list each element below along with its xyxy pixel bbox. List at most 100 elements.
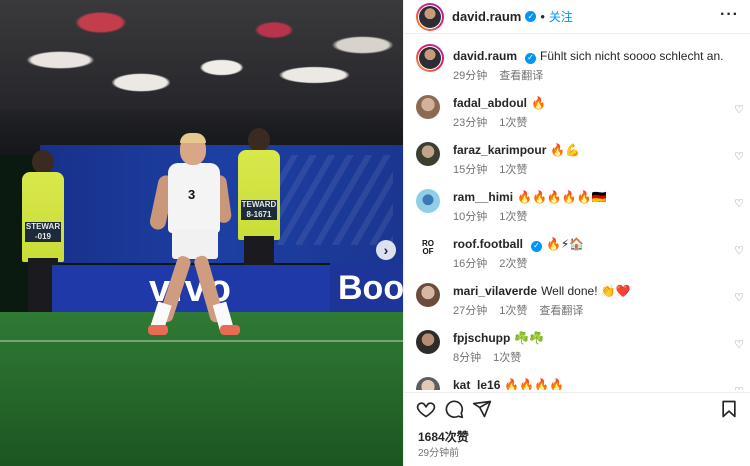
caption-avatar-image (419, 47, 441, 69)
caption-body: david.raum ✓ Fühlt sich nicht soooo schlec… (453, 48, 723, 83)
commenter-avatar[interactable] (416, 377, 440, 390)
post-actions-bar (404, 392, 750, 424)
caption-item: david.raum ✓ Fühlt sich nicht soooo schlec… (416, 44, 746, 84)
comment-item: RO OF roof.football ✓ 🔥⚡🏠 16分钟 2次赞 ♡ (416, 232, 746, 276)
post-header: david.raum ✓ • 关注 ··· (404, 0, 750, 34)
comment-time: 16分钟 (453, 258, 488, 270)
comment-translate-link[interactable]: 查看翻译 (539, 305, 583, 317)
comment-likes[interactable]: 1次赞 (499, 305, 527, 317)
commenter-avatar[interactable] (416, 189, 440, 213)
comment-time: 10分钟 (453, 211, 488, 223)
comment-item: fadal_abdoul 🔥 23分钟 1次赞 ♡ (416, 91, 746, 135)
comment-username[interactable]: kat_le16 (453, 378, 500, 390)
comment-username[interactable]: fadal_abdoul (453, 96, 527, 110)
comment-text-line: fadal_abdoul 🔥 (453, 95, 723, 111)
comment-time: 27分钟 (453, 305, 488, 317)
comment-like-heart-icon[interactable]: ♡ (734, 150, 744, 163)
caption-avatar[interactable] (416, 44, 444, 72)
author-username[interactable]: david.raum (452, 9, 521, 24)
comment-text: Well done! 👏❤️ (541, 284, 631, 298)
instagram-post: STEWAR -019 TEWARD 8-1671 vivo Boo 3 › d… (0, 0, 750, 466)
steward-head-right (248, 128, 270, 152)
like-heart-icon[interactable] (416, 399, 436, 419)
comment-text-line: ram__himi 🔥🔥🔥🔥🔥🇩🇪 (453, 189, 723, 205)
comment-item: ram__himi 🔥🔥🔥🔥🔥🇩🇪 10分钟 1次赞 ♡ (416, 185, 746, 229)
comment-username[interactable]: ram__himi (453, 190, 513, 204)
player-boot-left (148, 325, 168, 335)
comment-bubble-icon[interactable] (444, 399, 464, 419)
comment-likes[interactable]: 1次赞 (499, 164, 527, 176)
jersey-number: 3 (188, 187, 196, 202)
comment-meta: 23分钟 1次赞 (453, 114, 723, 130)
commenter-avatar[interactable] (416, 330, 440, 354)
comment-likes[interactable]: 1次赞 (499, 211, 527, 223)
led-board-stripe (273, 155, 393, 245)
steward-tag-left: STEWAR -019 (25, 222, 61, 242)
comment-body: fadal_abdoul 🔥 23分钟 1次赞 (453, 95, 723, 130)
caption-avatar-ring (418, 46, 442, 70)
comment-username[interactable]: mari_vilaverde (453, 284, 537, 298)
comment-time: 15分钟 (453, 164, 488, 176)
commenter-avatar[interactable] (416, 142, 440, 166)
comment-text: 🔥🔥🔥🔥🔥🇩🇪 (517, 190, 607, 204)
comment-like-heart-icon[interactable]: ♡ (734, 244, 744, 257)
comment-likes[interactable]: 2次赞 (499, 258, 527, 270)
share-paper-plane-icon[interactable] (472, 399, 492, 419)
bookmark-icon[interactable] (719, 399, 739, 419)
comment-body: faraz_karimpour 🔥💪 15分钟 1次赞 (453, 142, 723, 177)
caption-translate-link[interactable]: 查看翻译 (499, 70, 543, 82)
player-boot-right (220, 325, 240, 335)
comment-meta: 15分钟 1次赞 (453, 161, 723, 177)
comment-username[interactable]: faraz_karimpour (453, 143, 546, 157)
commenter-avatar[interactable]: RO OF (416, 236, 440, 260)
steward-head-left (32, 150, 54, 174)
player-shirt: 3 (168, 163, 220, 233)
comment-username[interactable]: roof.football (453, 237, 523, 251)
comment-body: kat_le16 🔥🔥🔥🔥 (453, 377, 723, 390)
author-avatar-ring (418, 4, 442, 29)
follow-button[interactable]: 关注 (549, 8, 573, 25)
verified-badge-icon: ✓ (525, 52, 537, 64)
comments-list[interactable]: david.raum ✓ Fühlt sich nicht soooo schlec… (404, 34, 750, 390)
comment-like-heart-icon[interactable]: ♡ (734, 385, 744, 390)
sponsor-board-boo: Boo (330, 263, 403, 313)
comment-text-line: mari_vilaverde Well done! 👏❤️ (453, 283, 723, 299)
likes-count[interactable]: 1684次赞 (418, 428, 469, 445)
comment-likes[interactable]: 1次赞 (499, 117, 527, 129)
caption-time: 29分钟 (453, 70, 488, 82)
sponsor-board-boo-text: Boo (338, 268, 403, 307)
comment-like-heart-icon[interactable]: ♡ (734, 197, 744, 210)
verified-badge-icon: ✓ (530, 240, 542, 252)
comment-text-line: fpjschupp ☘️☘️ (453, 330, 723, 346)
commenter-avatar[interactable] (416, 95, 440, 119)
comment-username[interactable]: fpjschupp (453, 331, 510, 345)
comment-body: fpjschupp ☘️☘️ 8分钟 1次赞 (453, 330, 723, 365)
caption-text: Fühlt sich nicht soooo schlecht an...😮‍💨… (540, 49, 723, 63)
comment-like-heart-icon[interactable]: ♡ (734, 103, 744, 116)
pitch-line (0, 340, 403, 342)
author-avatar[interactable] (416, 2, 444, 31)
comment-meta: 16分钟 2次赞 (453, 255, 723, 271)
carousel-next-button[interactable]: › (376, 240, 396, 260)
more-options-icon[interactable]: ··· (720, 6, 739, 24)
commenter-avatar[interactable] (416, 283, 440, 307)
steward-vest-right: TEWARD 8-1671 (238, 150, 280, 240)
header-separator: • (540, 9, 545, 24)
caption-username[interactable]: david.raum (453, 49, 517, 63)
post-photo[interactable]: STEWAR -019 TEWARD 8-1671 vivo Boo 3 › (0, 0, 403, 466)
player-hair (180, 133, 206, 143)
comment-item: kat_le16 🔥🔥🔥🔥 ♡ (416, 373, 746, 390)
comment-text-line: faraz_karimpour 🔥💪 (453, 142, 723, 158)
player-figure: 3 (148, 133, 240, 340)
comment-meta: 27分钟 1次赞 查看翻译 (453, 302, 723, 318)
comment-like-heart-icon[interactable]: ♡ (734, 291, 744, 304)
comment-body: ram__himi 🔥🔥🔥🔥🔥🇩🇪 10分钟 1次赞 (453, 189, 723, 224)
comment-likes[interactable]: 1次赞 (493, 352, 521, 364)
comment-text: 🔥⚡🏠 (545, 237, 585, 251)
comment-item: faraz_karimpour 🔥💪 15分钟 1次赞 ♡ (416, 138, 746, 182)
comment-item: mari_vilaverde Well done! 👏❤️ 27分钟 1次赞 查看翻译… (416, 279, 746, 323)
comment-time: 8分钟 (453, 352, 482, 364)
author-avatar-image (419, 5, 441, 28)
comment-text-line: kat_le16 🔥🔥🔥🔥 (453, 377, 723, 390)
comment-like-heart-icon[interactable]: ♡ (734, 338, 744, 351)
